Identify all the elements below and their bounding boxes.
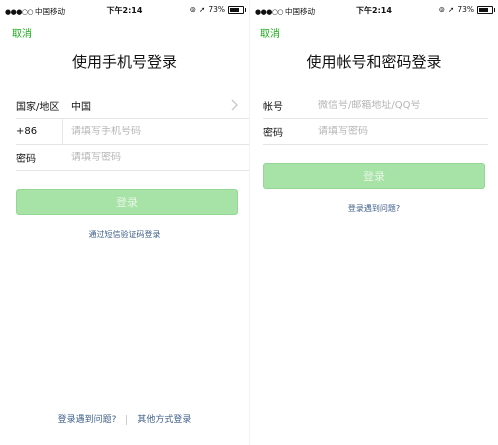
- page-title: 使用帐号和密码登录: [306, 53, 442, 71]
- sms-login-link[interactable]: 通过短信验证码登录: [0, 229, 249, 240]
- battery-percent: 73%: [208, 5, 225, 14]
- status-bar: ●●●○○ 中国移动 下午2:14 ⊚ ➚ 73%: [0, 0, 249, 20]
- battery-percent: 73%: [457, 5, 474, 14]
- phone-row: +86: [16, 119, 249, 145]
- password-input[interactable]: [318, 126, 478, 137]
- login-button[interactable]: 登录: [16, 189, 238, 215]
- divider: [62, 119, 63, 144]
- login-button[interactable]: 登录: [263, 163, 485, 189]
- location-arrow-icon: ➚: [199, 5, 206, 14]
- account-input[interactable]: [318, 100, 478, 111]
- region-row[interactable]: 国家/地区 中国: [16, 93, 249, 119]
- region-value: 中国: [71, 102, 91, 113]
- password-row: 密码: [16, 145, 249, 171]
- chevron-right-icon: [231, 99, 238, 111]
- account-row: 帐号: [263, 93, 488, 119]
- country-code[interactable]: +86: [16, 126, 62, 137]
- divider: [126, 414, 128, 425]
- page-title: 使用手机号登录: [71, 53, 177, 71]
- password-label: 密码: [16, 154, 36, 165]
- cancel-button[interactable]: 取消: [260, 25, 280, 40]
- account-label: 帐号: [263, 102, 283, 113]
- battery-icon: [477, 5, 495, 14]
- password-input[interactable]: [71, 152, 231, 163]
- battery-icon: [228, 5, 246, 14]
- orientation-lock-icon: ⊚: [438, 5, 446, 14]
- orientation-lock-icon: ⊚: [189, 5, 197, 14]
- password-row: 密码: [263, 119, 488, 145]
- cancel-button[interactable]: 取消: [12, 25, 32, 40]
- password-label: 密码: [263, 128, 283, 139]
- status-bar: ●●●○○ 中国移动 下午2:14 ⊚ ➚ 73%: [250, 0, 498, 20]
- other-methods-link[interactable]: 其他方式登录: [137, 415, 191, 425]
- region-label: 国家/地区: [16, 102, 60, 113]
- bottom-links: 登录遇到问题? 其他方式登录: [0, 412, 249, 425]
- phone-login-screen: ●●●○○ 中国移动 下午2:14 ⊚ ➚ 73% 取消 使用手机号登录 国家/…: [0, 0, 249, 445]
- account-login-screen: ●●●○○ 中国移动 下午2:14 ⊚ ➚ 73% 取消 使用帐号和密码登录 帐…: [249, 0, 498, 445]
- trouble-link[interactable]: 登录遇到问题?: [58, 415, 117, 425]
- trouble-link[interactable]: 登录遇到问题?: [250, 203, 498, 214]
- location-arrow-icon: ➚: [448, 5, 455, 14]
- phone-input[interactable]: [71, 126, 231, 137]
